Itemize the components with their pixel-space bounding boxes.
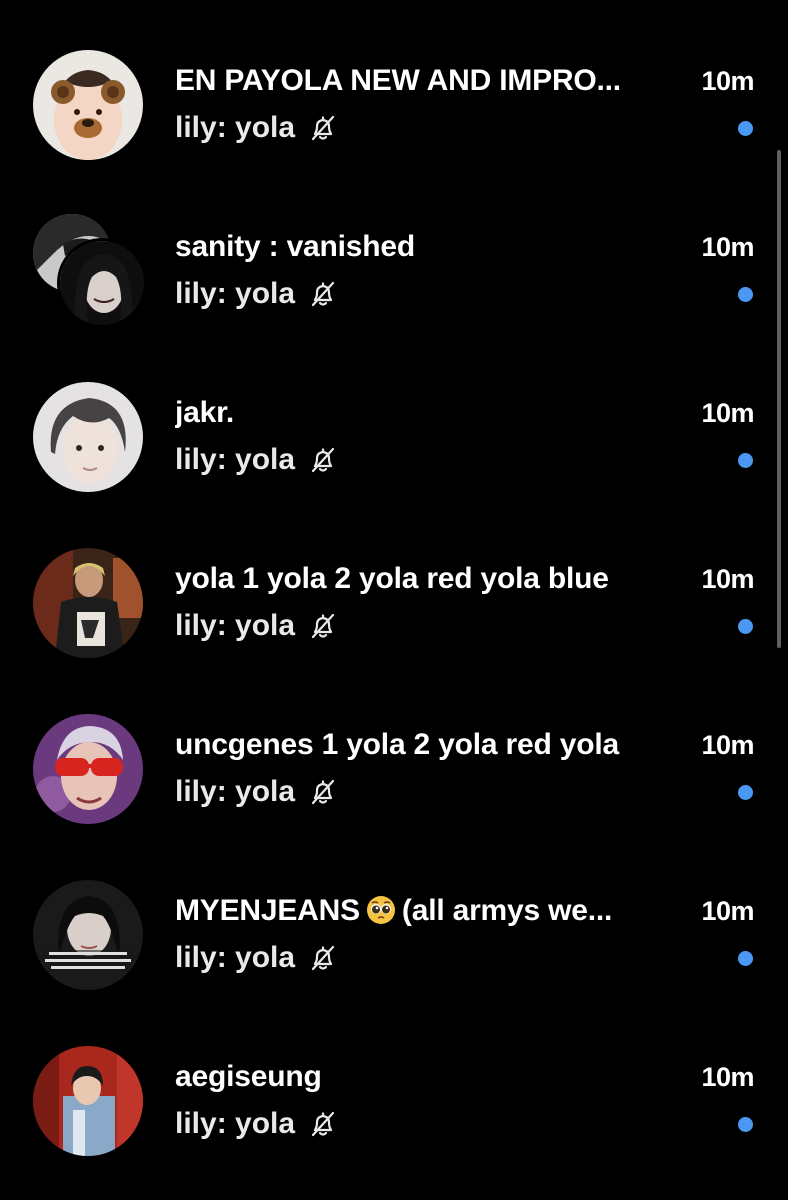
message-preview: lily: yola: [175, 108, 337, 148]
avatar[interactable]: [33, 880, 143, 990]
conversation-row[interactable]: uncgenes 1 yola 2 yola red yola 10m lily…: [0, 664, 788, 830]
preview-text: lily: yola: [175, 609, 296, 642]
preview-text: lily: yola: [175, 941, 296, 974]
unread-dot: [738, 1117, 753, 1132]
conversation-title: yola 1 yola 2 yola red yola blue: [175, 562, 609, 595]
message-preview: lily: yola: [175, 440, 337, 480]
message-preview: lily: yola: [175, 606, 337, 646]
pleading-face-icon: [366, 896, 395, 924]
message-preview: lily: yola: [175, 1104, 337, 1144]
unread-dot: [738, 619, 753, 634]
title-text-after-emoji: (all armys we...: [401, 894, 613, 927]
conversation-title: MYENJEANS (all armys we...: [175, 892, 675, 930]
timestamp: 10m: [701, 896, 754, 926]
conversation-row[interactable]: EN PAYOLA NEW AND IMPRO... 10m lily: yol…: [0, 0, 788, 166]
conversation-list: EN PAYOLA NEW AND IMPRO... 10m lily: yol…: [0, 0, 788, 1162]
avatar[interactable]: [33, 714, 143, 824]
muted-bell-icon: [309, 778, 337, 806]
muted-bell-icon: [309, 280, 337, 308]
timestamp: 10m: [701, 232, 754, 262]
unread-dot: [738, 785, 753, 800]
muted-bell-icon: [309, 1110, 337, 1138]
muted-bell-icon: [309, 446, 337, 474]
avatar[interactable]: [33, 1046, 143, 1156]
unread-dot: [738, 453, 753, 468]
conversation-row[interactable]: yola 1 yola 2 yola red yola blue 10m lil…: [0, 498, 788, 664]
preview-text: lily: yola: [175, 277, 296, 310]
avatar-front: [60, 241, 144, 325]
muted-bell-icon: [309, 612, 337, 640]
conversation-title: EN PAYOLA NEW AND IMPRO...: [175, 64, 621, 97]
conversation-row[interactable]: MYENJEANS (all armys we... 10m lily: yol…: [0, 830, 788, 996]
message-preview: lily: yola: [175, 274, 337, 314]
title-text: MYENJEANS: [175, 894, 360, 927]
muted-bell-icon: [309, 944, 337, 972]
preview-text: lily: yola: [175, 775, 296, 808]
message-preview: lily: yola: [175, 938, 337, 978]
conversation-title: uncgenes 1 yola 2 yola red yola: [175, 728, 619, 761]
timestamp: 10m: [701, 398, 754, 428]
message-preview: lily: yola: [175, 772, 337, 812]
unread-dot: [738, 287, 753, 302]
conversation-title: aegiseung: [175, 1060, 322, 1093]
unread-dot: [738, 951, 753, 966]
avatar[interactable]: [33, 382, 143, 492]
timestamp: 10m: [701, 730, 754, 760]
avatar[interactable]: [33, 548, 143, 658]
timestamp: 10m: [701, 66, 754, 96]
preview-text: lily: yola: [175, 111, 296, 144]
avatar[interactable]: [33, 50, 143, 160]
preview-text: lily: yola: [175, 443, 296, 476]
conversation-row[interactable]: aegiseung 10m lily: yola: [0, 996, 788, 1162]
conversation-title: jakr.: [175, 396, 235, 429]
conversation-title: sanity : vanished: [175, 230, 416, 263]
timestamp: 10m: [701, 564, 754, 594]
unread-dot: [738, 121, 753, 136]
scrollbar[interactable]: [777, 150, 781, 648]
conversation-row[interactable]: jakr. 10m lily: yola: [0, 332, 788, 498]
preview-text: lily: yola: [175, 1107, 296, 1140]
muted-bell-icon: [309, 114, 337, 142]
conversation-row[interactable]: sanity : vanished 10m lily: yola: [0, 166, 788, 332]
timestamp: 10m: [701, 1062, 754, 1092]
group-avatar[interactable]: [33, 214, 145, 326]
